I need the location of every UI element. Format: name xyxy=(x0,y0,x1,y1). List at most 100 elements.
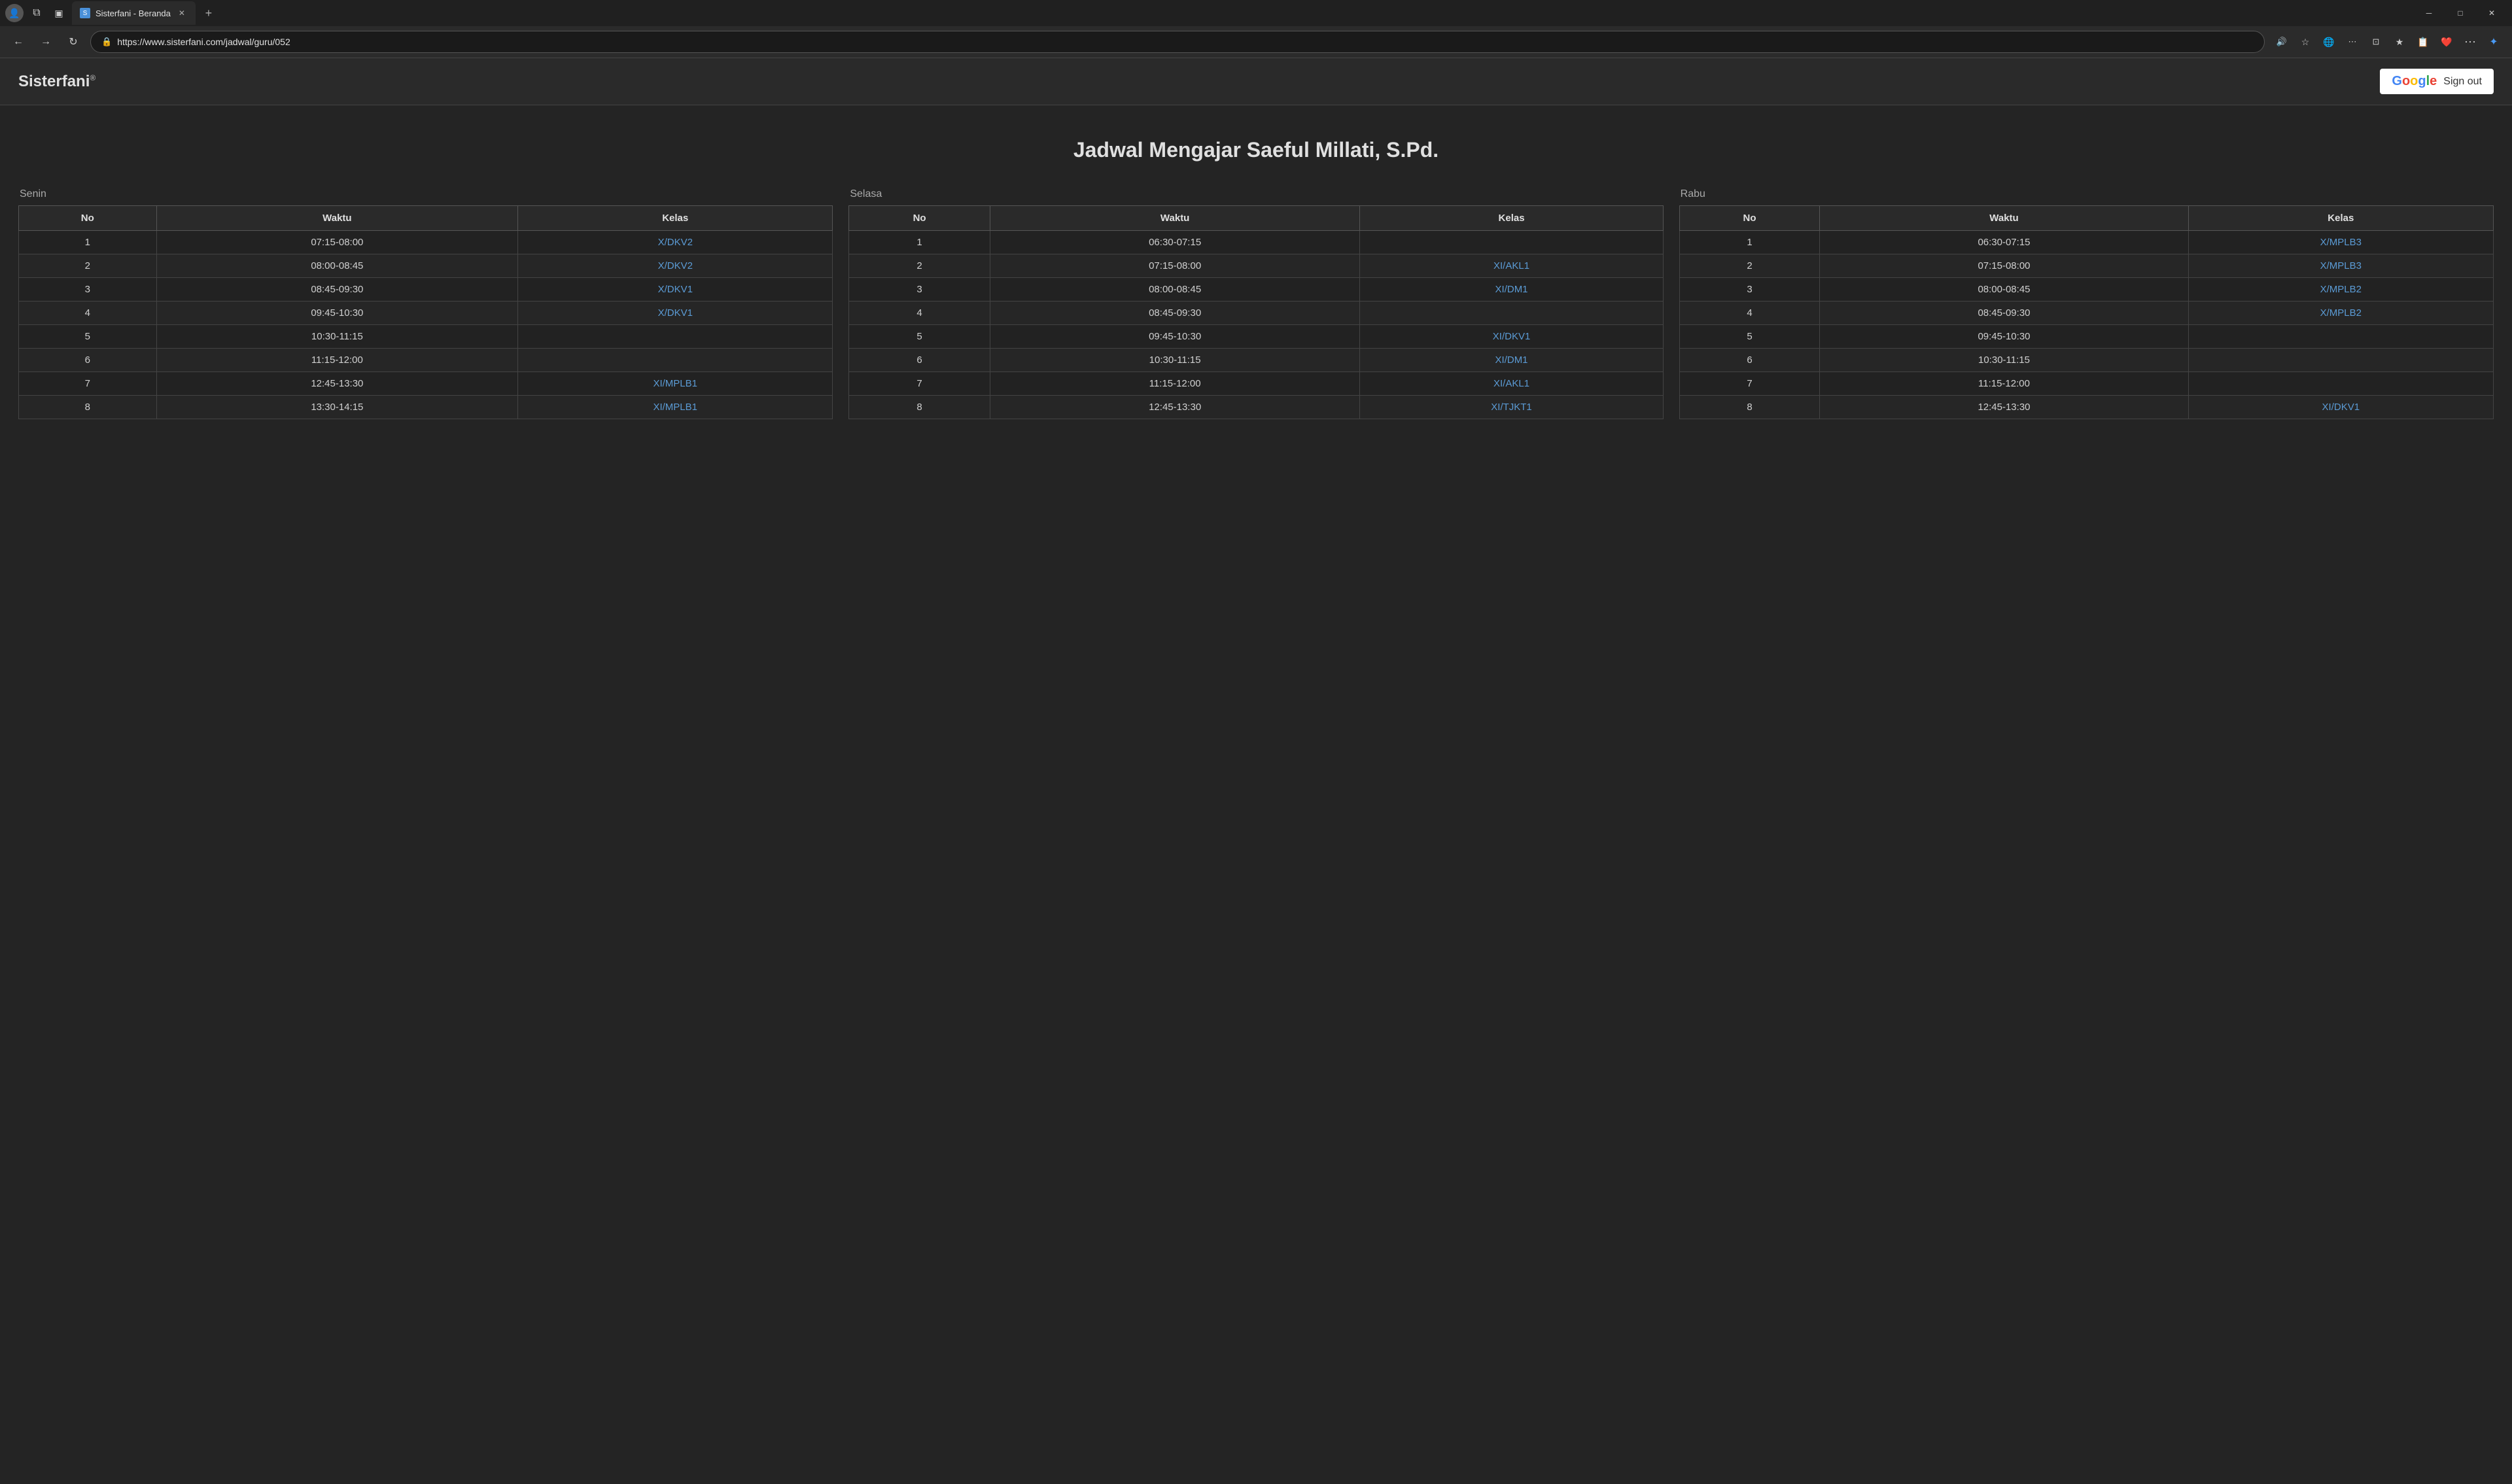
table-cell-no: 7 xyxy=(849,372,990,396)
table-cell-no: 1 xyxy=(1679,231,1820,254)
table-cell-waktu: 08:45-09:30 xyxy=(156,278,518,302)
kelas-link[interactable]: XI/DKV1 xyxy=(1493,331,1531,342)
maximize-button[interactable]: □ xyxy=(2445,0,2475,26)
table-row: 813:30-14:15XI/MPLB1 xyxy=(19,396,833,419)
close-button[interactable]: ✕ xyxy=(2477,0,2507,26)
kelas-link[interactable]: X/DKV2 xyxy=(658,237,693,248)
forward-button[interactable]: → xyxy=(35,31,56,52)
table-cell-kelas xyxy=(1360,231,1663,254)
table-cell-kelas[interactable]: X/MPLB3 xyxy=(2188,231,2493,254)
table-row: 509:45-10:30XI/DKV1 xyxy=(849,325,1663,349)
table-cell-waktu: 06:30-07:15 xyxy=(990,231,1360,254)
table-cell-kelas[interactable]: X/DKV2 xyxy=(518,231,833,254)
day-label: Rabu xyxy=(1679,188,2494,200)
favorites-button[interactable]: ☆ xyxy=(2295,31,2316,52)
copilot-button[interactable]: ✦ xyxy=(2483,31,2504,52)
kelas-link[interactable]: XI/DKV1 xyxy=(2322,402,2360,413)
collections-button[interactable]: 📋 xyxy=(2413,31,2434,52)
table-cell-kelas[interactable]: X/DKV1 xyxy=(518,278,833,302)
table-cell-kelas[interactable]: XI/TJKT1 xyxy=(1360,396,1663,419)
table-cell-kelas[interactable]: XI/MPLB1 xyxy=(518,396,833,419)
table-cell-kelas[interactable]: XI/DM1 xyxy=(1360,349,1663,372)
table-cell-kelas[interactable]: XI/AKL1 xyxy=(1360,254,1663,278)
active-tab[interactable]: S Sisterfani - Beranda ✕ xyxy=(72,1,196,25)
table-cell-no: 7 xyxy=(19,372,157,396)
table-cell-kelas xyxy=(518,325,833,349)
kelas-link[interactable]: X/MPLB2 xyxy=(2320,284,2362,295)
more-button[interactable]: ⋯ xyxy=(2460,31,2481,52)
table-cell-waktu: 07:15-08:00 xyxy=(156,231,518,254)
kelas-link[interactable]: X/DKV1 xyxy=(658,284,693,295)
kelas-link[interactable]: XI/AKL1 xyxy=(1493,260,1529,271)
table-cell-kelas[interactable]: XI/DM1 xyxy=(1360,278,1663,302)
lock-icon: 🔒 xyxy=(101,37,112,47)
table-cell-kelas[interactable]: XI/MPLB1 xyxy=(518,372,833,396)
table-cell-no: 5 xyxy=(19,325,157,349)
table-cell-waktu: 09:45-10:30 xyxy=(156,302,518,325)
table-cell-no: 2 xyxy=(1679,254,1820,278)
site-header: Sisterfani® Google Sign out xyxy=(0,58,2512,105)
table-row: 409:45-10:30X/DKV1 xyxy=(19,302,833,325)
table-cell-no: 3 xyxy=(19,278,157,302)
sign-out-button[interactable]: Google Sign out xyxy=(2380,69,2494,94)
new-tab-button[interactable]: + xyxy=(200,4,218,22)
table-cell-kelas[interactable]: XI/DKV1 xyxy=(2188,396,2493,419)
refresh-button[interactable]: ↻ xyxy=(63,31,84,52)
toolbar-buttons: 🔊 ☆ 🌐 ⋯ ⊡ ★ 📋 ❤️ ⋯ ✦ xyxy=(2271,31,2504,52)
table-cell-kelas[interactable]: X/MPLB2 xyxy=(2188,302,2493,325)
kelas-link[interactable]: XI/MPLB1 xyxy=(653,402,697,413)
table-row: 812:45-13:30XI/DKV1 xyxy=(1679,396,2493,419)
table-header: Waktu xyxy=(990,206,1360,231)
page-wrapper: Sisterfani® Google Sign out Jadwal Menga… xyxy=(0,58,2512,1484)
kelas-link[interactable]: XI/AKL1 xyxy=(1493,378,1529,389)
kelas-link[interactable]: X/MPLB2 xyxy=(2320,307,2362,319)
split-view-button[interactable]: ⊡ xyxy=(2365,31,2386,52)
table-header: Kelas xyxy=(1360,206,1663,231)
schedule-grid: SeninNoWaktuKelas107:15-08:00X/DKV2208:0… xyxy=(18,188,2494,419)
table-header: Waktu xyxy=(1820,206,2188,231)
table-cell-kelas[interactable]: X/MPLB2 xyxy=(2188,278,2493,302)
table-cell-no: 6 xyxy=(1679,349,1820,372)
schedule-table: NoWaktuKelas106:30-07:15207:15-08:00XI/A… xyxy=(848,205,1663,419)
day-section-selasa: Selasa NoWaktuKelas106:30-07:15207:15-08:… xyxy=(848,188,1663,419)
table-cell-waktu: 12:45-13:30 xyxy=(1820,396,2188,419)
table-cell-no: 3 xyxy=(1679,278,1820,302)
kelas-link[interactable]: XI/DM1 xyxy=(1495,284,1528,295)
table-cell-waktu: 11:15-12:00 xyxy=(156,349,518,372)
browser-icon-button[interactable]: 🌐 xyxy=(2318,31,2339,52)
copy-button[interactable]: ⧉ xyxy=(27,4,46,22)
sidebar-toggle[interactable]: ▣ xyxy=(50,4,68,22)
window-controls: ─ □ ✕ xyxy=(2414,0,2507,26)
extensions-button[interactable]: ⋯ xyxy=(2342,31,2363,52)
kelas-link[interactable]: X/DKV2 xyxy=(658,260,693,271)
table-cell-waktu: 11:15-12:00 xyxy=(990,372,1360,396)
table-cell-kelas[interactable]: XI/DKV1 xyxy=(1360,325,1663,349)
kelas-link[interactable]: X/MPLB3 xyxy=(2320,260,2362,271)
read-aloud-button[interactable]: 🔊 xyxy=(2271,31,2292,52)
browser-avatar[interactable]: 👤 xyxy=(5,4,24,22)
kelas-link[interactable]: X/DKV1 xyxy=(658,307,693,319)
table-cell-kelas[interactable]: XI/AKL1 xyxy=(1360,372,1663,396)
table-cell-no: 1 xyxy=(19,231,157,254)
profile-button[interactable]: ❤️ xyxy=(2436,31,2457,52)
table-header: Waktu xyxy=(156,206,518,231)
table-cell-kelas[interactable]: X/DKV1 xyxy=(518,302,833,325)
table-cell-kelas[interactable]: X/DKV2 xyxy=(518,254,833,278)
kelas-link[interactable]: XI/DM1 xyxy=(1495,354,1528,366)
kelas-link[interactable]: XI/TJKT1 xyxy=(1491,402,1532,413)
table-cell-waktu: 08:45-09:30 xyxy=(1820,302,2188,325)
url-box[interactable]: 🔒 https://www.sisterfani.com/jadwal/guru… xyxy=(90,31,2265,53)
table-cell-waktu: 06:30-07:15 xyxy=(1820,231,2188,254)
day-label: Selasa xyxy=(848,188,1663,200)
table-row: 712:45-13:30XI/MPLB1 xyxy=(19,372,833,396)
minimize-button[interactable]: ─ xyxy=(2414,0,2444,26)
table-row: 408:45-09:30X/MPLB2 xyxy=(1679,302,2493,325)
kelas-link[interactable]: XI/MPLB1 xyxy=(653,378,697,389)
tab-close-button[interactable]: ✕ xyxy=(176,7,188,19)
table-row: 510:30-11:15 xyxy=(19,325,833,349)
schedule-table: NoWaktuKelas106:30-07:15X/MPLB3207:15-08… xyxy=(1679,205,2494,419)
kelas-link[interactable]: X/MPLB3 xyxy=(2320,237,2362,248)
favorites-star-button[interactable]: ★ xyxy=(2389,31,2410,52)
back-button[interactable]: ← xyxy=(8,31,29,52)
table-cell-kelas[interactable]: X/MPLB3 xyxy=(2188,254,2493,278)
